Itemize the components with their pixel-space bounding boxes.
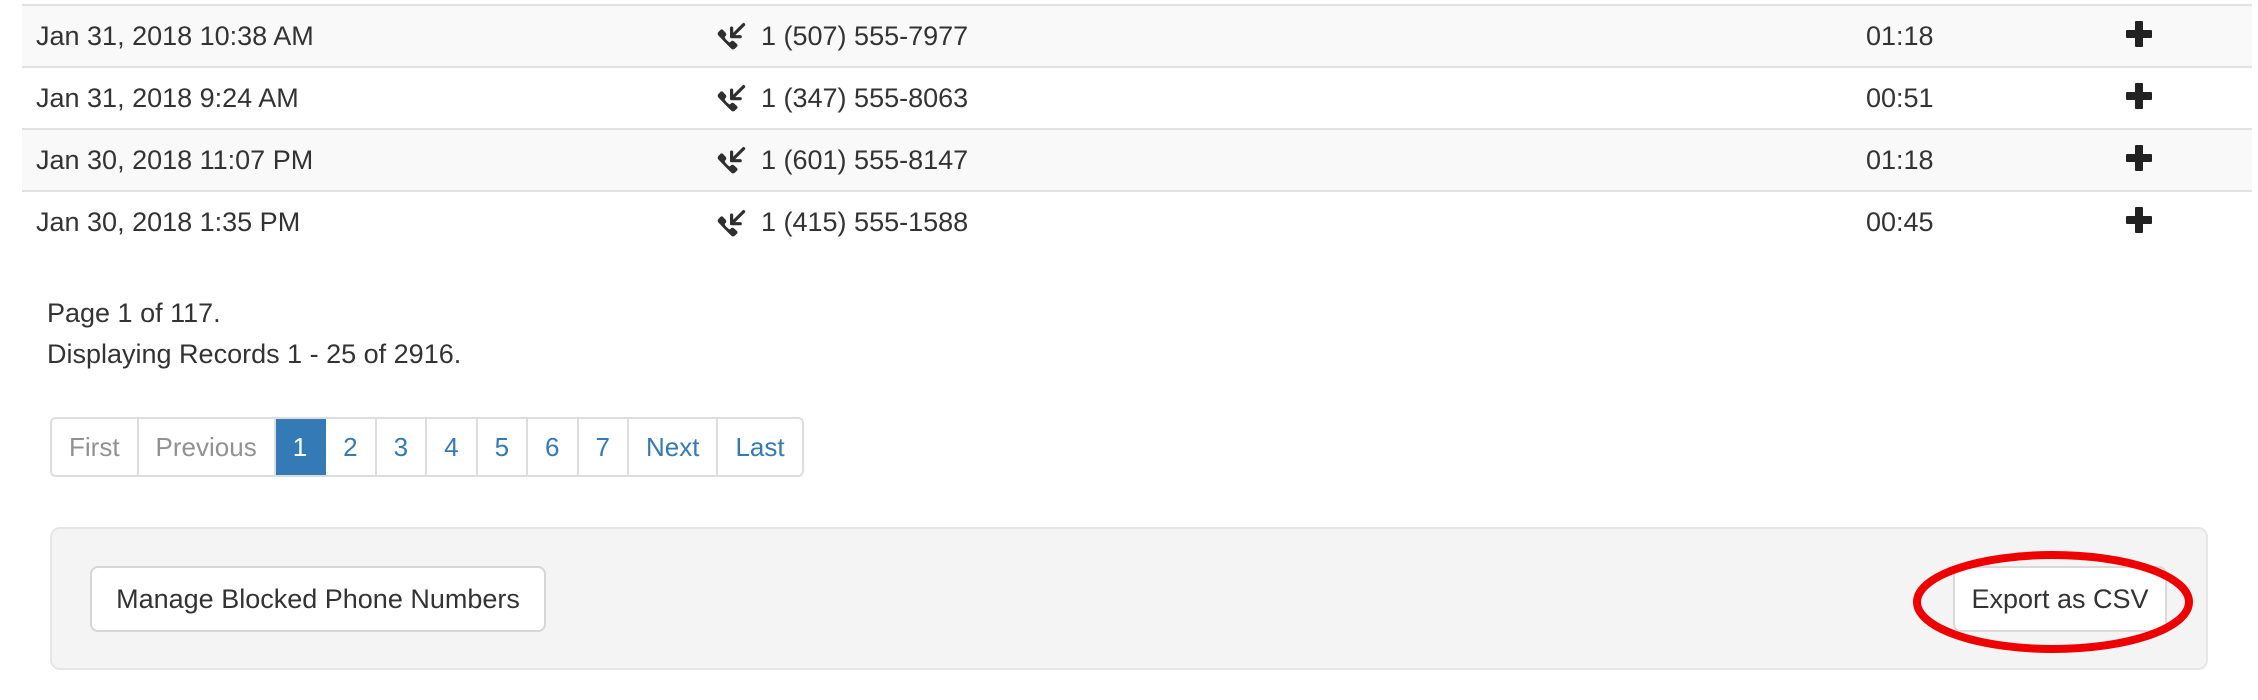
- pagination-page-6[interactable]: 6: [528, 419, 579, 475]
- call-phone-cell: 1 (507) 555-7977: [716, 4, 1866, 67]
- pagination-previous[interactable]: Previous: [138, 419, 276, 475]
- call-duration: 00:51: [1866, 82, 1934, 113]
- call-phone-cell: 1 (347) 555-8063: [716, 66, 1866, 129]
- call-duration-cell: 00:45: [1866, 190, 2126, 253]
- call-duration-cell: 01:18: [1866, 128, 2126, 191]
- pagination-page-7[interactable]: 7: [578, 419, 629, 475]
- call-date: Jan 31, 2018 10:38 AM: [36, 20, 314, 51]
- call-duration-cell: 01:18: [1866, 4, 2126, 67]
- call-action-cell[interactable]: [2126, 128, 2252, 191]
- call-log-table: Jan 31, 2018 10:38 AM 1 (507) 555-7977 0…: [22, 4, 2252, 253]
- call-action-cell[interactable]: [2126, 66, 2252, 129]
- table-row[interactable]: Jan 30, 2018 11:07 PM 1 (601) 555-8147 0…: [22, 128, 2252, 191]
- call-date: Jan 30, 2018 1:35 PM: [36, 207, 301, 237]
- call-date-cell: Jan 31, 2018 9:24 AM: [22, 66, 716, 129]
- pagination-page-4[interactable]: 4: [427, 419, 478, 475]
- call-duration: 00:45: [1866, 207, 1934, 237]
- call-phone-number: 1 (347) 555-8063: [761, 82, 969, 113]
- call-phone-cell: 1 (415) 555-1588: [716, 190, 1866, 253]
- call-duration-cell: 00:51: [1866, 66, 2126, 129]
- plus-icon[interactable]: [2126, 82, 2152, 109]
- page-info-text: Page 1 of 117.: [47, 298, 221, 328]
- call-phone-number: 1 (415) 555-1588: [761, 207, 969, 237]
- pagination-last[interactable]: Last: [718, 419, 802, 475]
- incoming-call-icon: [716, 84, 746, 114]
- pagination-page-2[interactable]: 2: [326, 419, 377, 475]
- incoming-call-icon: [716, 209, 746, 239]
- plus-icon[interactable]: [2126, 144, 2152, 171]
- pagination-next[interactable]: Next: [628, 419, 719, 475]
- call-duration: 01:18: [1866, 144, 1934, 175]
- pagination-page-5[interactable]: 5: [477, 419, 529, 475]
- call-duration: 01:18: [1866, 20, 1934, 51]
- export-as-csv-button[interactable]: Export as CSV: [1953, 566, 2167, 632]
- table-row[interactable]: Jan 31, 2018 9:24 AM 1 (347) 555-8063 00…: [22, 66, 2252, 129]
- pagination-summary: Page 1 of 117. Displaying Records 1 - 25…: [47, 293, 461, 375]
- table-row[interactable]: Jan 31, 2018 10:38 AM 1 (507) 555-7977 0…: [22, 4, 2252, 67]
- call-action-cell[interactable]: [2126, 4, 2252, 67]
- call-date-cell: Jan 30, 2018 11:07 PM: [22, 128, 716, 191]
- call-date: Jan 30, 2018 11:07 PM: [36, 144, 314, 175]
- call-phone-cell: 1 (601) 555-8147: [716, 128, 1866, 191]
- record-info-text: Displaying Records 1 - 25 of 2916.: [47, 339, 462, 369]
- call-date-cell: Jan 30, 2018 1:35 PM: [22, 190, 716, 253]
- incoming-call-icon: [716, 146, 746, 176]
- pagination-first[interactable]: First: [52, 419, 139, 475]
- incoming-call-icon: [716, 22, 746, 52]
- call-date: Jan 31, 2018 9:24 AM: [36, 82, 299, 113]
- pagination-page-1[interactable]: 1: [275, 419, 327, 475]
- call-action-cell[interactable]: [2126, 190, 2252, 253]
- call-phone-number: 1 (507) 555-7977: [761, 20, 969, 51]
- call-phone-number: 1 (601) 555-8147: [761, 144, 969, 175]
- manage-blocked-phone-numbers-button[interactable]: Manage Blocked Phone Numbers: [90, 566, 546, 632]
- call-log-table-body: Jan 31, 2018 10:38 AM 1 (507) 555-7977 0…: [22, 4, 2252, 253]
- plus-icon[interactable]: [2126, 207, 2152, 233]
- call-date-cell: Jan 31, 2018 10:38 AM: [22, 4, 716, 67]
- pagination: First Previous 1 2 3 4 5 6 7 Next Last: [50, 417, 804, 477]
- pagination-page-3[interactable]: 3: [376, 419, 428, 475]
- plus-icon[interactable]: [2126, 20, 2152, 47]
- table-row[interactable]: Jan 30, 2018 1:35 PM 1 (415) 555-1588 00…: [22, 190, 2252, 253]
